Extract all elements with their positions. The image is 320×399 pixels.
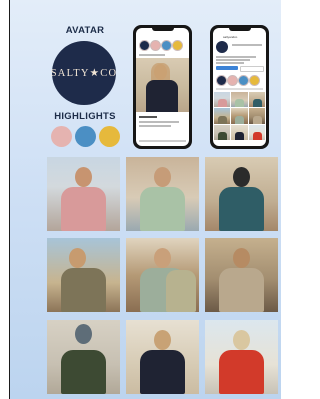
avatar-brand-text: SALTY★CO	[50, 68, 118, 79]
profile-grid-tile-shirt	[252, 99, 262, 108]
profile-grid-tile	[231, 108, 248, 124]
feed-photo	[205, 238, 278, 312]
profile-grid-tile-shirt	[252, 132, 262, 140]
tab-bar	[139, 140, 186, 142]
feed-phone-mockup	[133, 25, 192, 149]
post-caption	[139, 121, 179, 123]
story-circle	[150, 40, 161, 51]
profile-bio	[216, 62, 244, 64]
profile-grid-tile-shirt	[218, 99, 227, 108]
feed-photo	[126, 238, 199, 312]
post-caption	[139, 125, 171, 127]
message-button	[240, 66, 264, 72]
highlight-mini	[216, 75, 227, 86]
follow-button	[216, 66, 238, 70]
person-head	[154, 248, 171, 268]
person-shirt	[219, 268, 264, 312]
person-shirt	[219, 187, 264, 231]
highlight-mini	[238, 75, 249, 86]
person-head	[154, 330, 171, 350]
profile-grid-tile	[248, 92, 265, 108]
profile-grid-tile	[231, 124, 248, 140]
profile-phone-mockup: saltyandco	[210, 25, 269, 149]
person-shirt	[219, 350, 264, 394]
person-shirt	[140, 350, 185, 394]
story-circle	[161, 40, 172, 51]
grid-tab-bar	[216, 88, 263, 90]
profile-grid-tile-shirt	[252, 115, 262, 124]
profile-bio	[216, 59, 250, 61]
feed-photo	[47, 157, 120, 231]
post-photo	[136, 58, 189, 112]
profile-grid	[214, 92, 265, 140]
person-head	[233, 330, 250, 350]
highlight-mini	[249, 75, 260, 86]
avatar-label: AVATAR	[65, 25, 105, 36]
profile-grid-tile-shirt	[235, 132, 245, 140]
person-head	[69, 248, 86, 268]
profile-grid-tile	[248, 108, 265, 124]
profile-grid-tile-shirt	[218, 115, 227, 124]
person-shirt	[140, 187, 185, 231]
person-head	[75, 324, 92, 344]
highlight-circle	[75, 126, 96, 147]
feed-photo	[205, 157, 278, 231]
profile-grid-tile	[214, 92, 231, 108]
person-shirt	[61, 187, 106, 231]
profile-grid-tile-shirt	[218, 132, 227, 140]
profile-stats	[232, 44, 262, 46]
phone-notch	[151, 28, 174, 31]
post-header	[139, 54, 165, 56]
profile-bio	[216, 56, 256, 58]
person-head	[233, 248, 250, 268]
profile-grid-tile	[248, 124, 265, 140]
highlight-mini	[227, 75, 238, 86]
profile-username: saltyandco	[223, 35, 238, 39]
profile-grid-tile	[231, 92, 248, 108]
profile-grid-tile	[214, 124, 231, 140]
feed-photo	[205, 320, 278, 394]
person-shirt	[61, 268, 106, 312]
story-circle	[139, 40, 150, 51]
highlights-label: HIGHLIGHTS	[54, 111, 116, 122]
highlight-circle	[51, 126, 72, 147]
highlight-circle	[99, 126, 120, 147]
profile-grid-tile-shirt	[235, 115, 245, 124]
feed-photo	[47, 238, 120, 312]
person-head	[233, 167, 250, 187]
person-head	[75, 167, 92, 187]
profile-phone-screen: saltyandco	[213, 28, 266, 146]
feed-photo	[126, 320, 199, 394]
feed-photo	[126, 157, 199, 231]
story-circle	[172, 40, 183, 51]
person-shirt	[166, 270, 196, 312]
phone-notch	[228, 28, 251, 31]
post-actions	[139, 116, 157, 118]
feed-photo	[47, 320, 120, 394]
profile-grid-tile-shirt	[235, 99, 245, 108]
profile-grid-tile	[214, 108, 231, 124]
person-shirt	[61, 350, 106, 394]
profile-avatar	[216, 41, 228, 53]
feed-phone-screen	[136, 28, 189, 146]
person-head	[154, 167, 171, 187]
avatar: SALTY★CO	[50, 41, 118, 105]
